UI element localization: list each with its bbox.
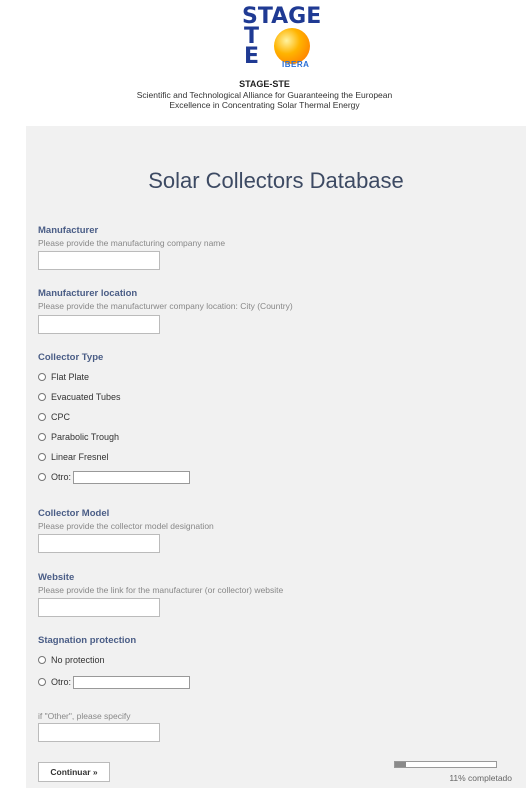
location-label: Manufacturer location xyxy=(38,288,138,299)
radio-cpc[interactable]: CPC xyxy=(38,410,70,424)
radio-label: Parabolic Trough xyxy=(51,432,120,442)
radio-label: Flat Plate xyxy=(51,372,90,382)
radio-collector-other[interactable]: Otro: xyxy=(38,470,191,484)
manufacturer-label: Manufacturer xyxy=(38,225,99,236)
org-subtitle-line2: Excellence in Concentrating Solar Therma… xyxy=(169,100,360,110)
form-title: Solar Collectors Database xyxy=(148,168,404,193)
radio-flat-plate[interactable]: Flat Plate xyxy=(38,370,89,384)
survey-form: Solar Collectors Database Manufacturer P… xyxy=(26,126,526,788)
collector-other-input[interactable] xyxy=(73,470,191,484)
model-input[interactable] xyxy=(38,534,160,553)
radio-label: No protection xyxy=(51,655,105,665)
location-help: Please provide the manufacturwer company… xyxy=(38,301,293,311)
website-help: Please provide the link for the manufact… xyxy=(38,585,284,595)
radio-stagnation-other[interactable]: Otro: xyxy=(38,675,191,689)
model-help: Please provide the collector model desig… xyxy=(38,521,214,531)
radio-evacuated-tubes[interactable]: Evacuated Tubes xyxy=(38,390,121,404)
other-specify-input[interactable] xyxy=(38,723,160,742)
radio-circle-icon[interactable] xyxy=(38,473,46,481)
logo-letter-e: E xyxy=(244,44,260,69)
manufacturer-input[interactable] xyxy=(38,251,160,270)
radio-label: CPC xyxy=(51,412,71,422)
stage-ste-logo: STAGE T E IBERA xyxy=(232,6,324,76)
radio-label: Evacuated Tubes xyxy=(51,392,121,402)
progress-bar xyxy=(394,761,497,768)
radio-circle-icon[interactable] xyxy=(38,678,46,686)
radio-circle-icon[interactable] xyxy=(38,656,46,664)
stagnation-other-input[interactable] xyxy=(73,675,191,689)
org-subtitle: Scientific and Technological Alliance fo… xyxy=(0,90,529,110)
radio-circle-icon[interactable] xyxy=(38,453,46,461)
radio-circle-icon[interactable] xyxy=(38,373,46,381)
continue-button[interactable]: Continuar » xyxy=(38,762,110,782)
website-input[interactable] xyxy=(38,598,160,617)
collector-type-label: Collector Type xyxy=(38,352,104,363)
radio-label: Otro: xyxy=(51,677,72,687)
manufacturer-help: Please provide the manufacturing company… xyxy=(38,238,226,248)
location-input[interactable] xyxy=(38,315,160,334)
radio-label: Linear Fresnel xyxy=(51,452,109,462)
other-specify-help: if "Other", please specify xyxy=(38,711,131,721)
radio-circle-icon[interactable] xyxy=(38,433,46,441)
progress-text: 11% completado xyxy=(449,773,512,783)
website-label: Website xyxy=(38,572,75,583)
logo-iberia-text: IBERA xyxy=(282,60,310,69)
page-header: STAGE T E IBERA STAGE-STE Scientific and… xyxy=(0,0,529,124)
radio-parabolic-trough[interactable]: Parabolic Trough xyxy=(38,430,119,444)
progress-fill xyxy=(395,762,407,767)
radio-circle-icon[interactable] xyxy=(38,413,46,421)
radio-label: Otro: xyxy=(51,472,72,482)
org-subtitle-line1: Scientific and Technological Alliance fo… xyxy=(136,90,393,100)
radio-linear-fresnel[interactable]: Linear Fresnel xyxy=(38,450,109,464)
org-title: STAGE-STE xyxy=(239,79,290,89)
stagnation-label: Stagnation protection xyxy=(38,635,137,646)
radio-circle-icon[interactable] xyxy=(38,393,46,401)
sun-logo-icon xyxy=(274,28,310,64)
model-label: Collector Model xyxy=(38,508,110,519)
radio-no-protection[interactable]: No protection xyxy=(38,653,105,667)
